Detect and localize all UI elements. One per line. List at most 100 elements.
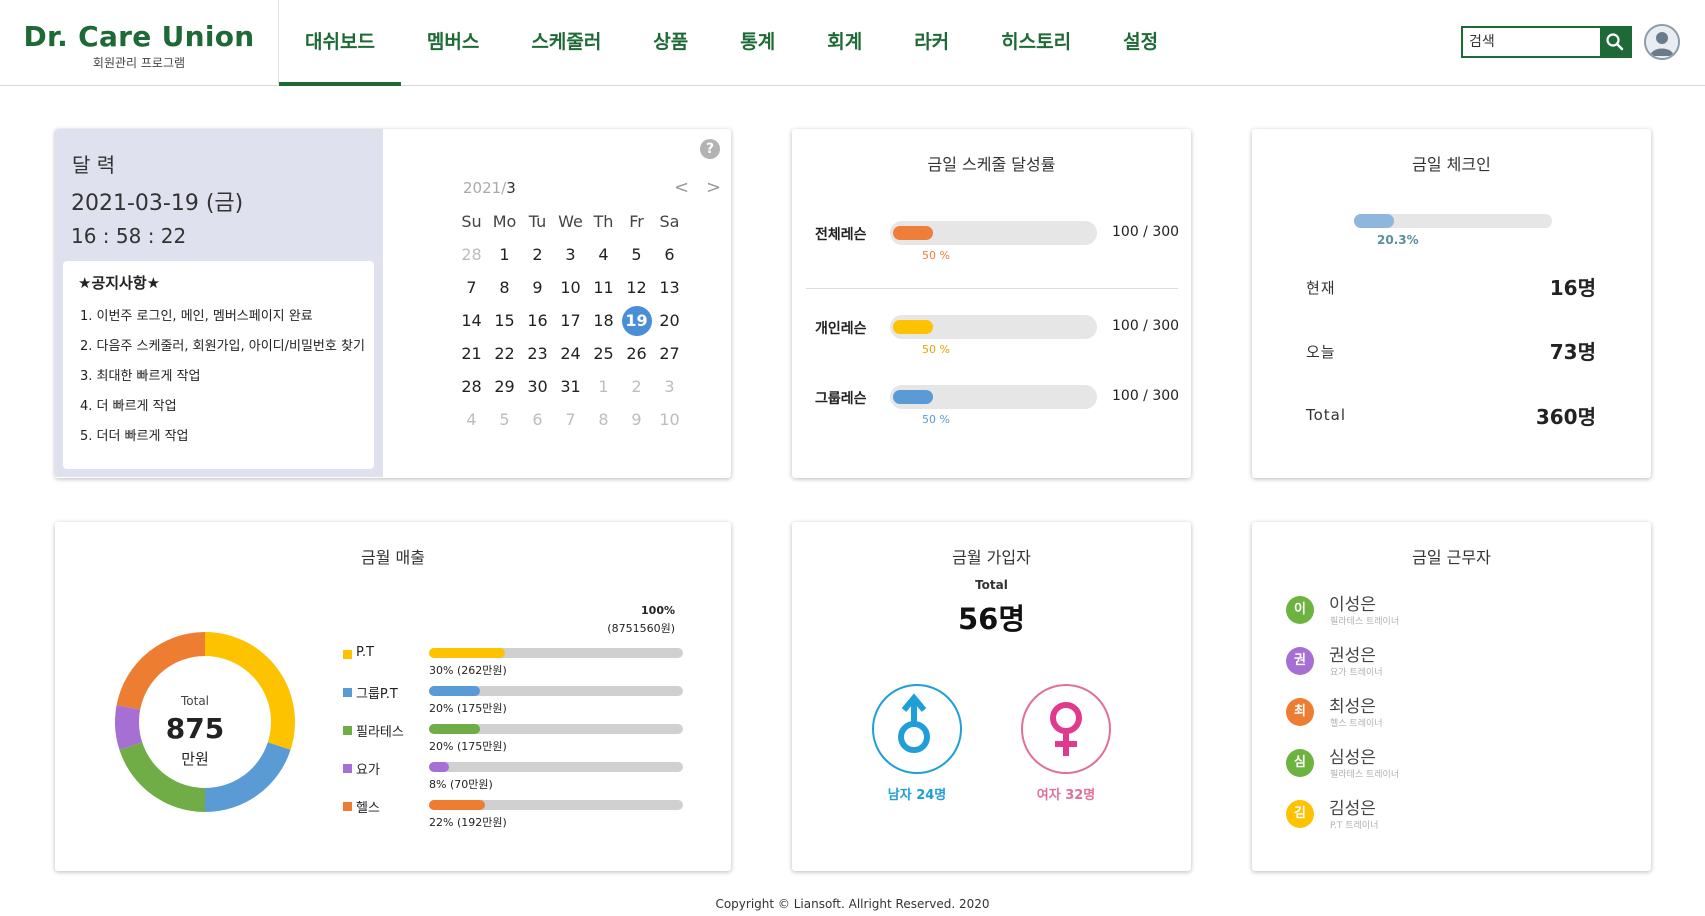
calendar-day[interactable]: 8 <box>587 403 620 436</box>
calendar-day[interactable]: 3 <box>653 370 686 403</box>
calendar-day[interactable]: 10 <box>653 403 686 436</box>
weekday-label: Mo <box>492 211 517 231</box>
calendar-day[interactable]: 18 <box>587 304 620 337</box>
calendar-day[interactable]: 6 <box>653 238 686 271</box>
calendar-day[interactable]: 23 <box>521 337 554 370</box>
search-button[interactable] <box>1600 28 1630 56</box>
nav-statistics[interactable]: 통계 <box>714 0 801 86</box>
calendar-week: 14 15 16 17 18 19 20 <box>455 304 695 337</box>
calendar-day[interactable]: 13 <box>653 271 686 304</box>
nav-settings[interactable]: 설정 <box>1097 0 1184 86</box>
checkin-label: Total <box>1306 406 1347 424</box>
calendar-day[interactable]: 25 <box>587 337 620 370</box>
calendar-week: 28 1 2 3 4 5 6 <box>455 238 695 271</box>
calendar-day[interactable]: 8 <box>488 271 521 304</box>
nav-scheduler[interactable]: 스케줄러 <box>505 0 627 86</box>
calendar-grid: Su Mo Tu We Th Fr Sa 28 1 2 3 4 5 6 7 8 9 10 11 12 13 14 15 16 1… <box>455 205 695 436</box>
calendar-day[interactable]: 7 <box>554 403 587 436</box>
weekday-label: We <box>558 211 583 231</box>
calendar-header: 2021/3 < > <box>458 177 733 199</box>
calendar-day[interactable]: 1 <box>488 238 521 271</box>
donut-slice[interactable] <box>115 705 143 750</box>
sales-amount: 22% (192만원) <box>429 816 507 829</box>
calendar-week: 21 22 23 24 25 26 27 <box>455 337 695 370</box>
search-input[interactable] <box>1463 28 1600 56</box>
calendar-day[interactable]: 24 <box>554 337 587 370</box>
next-month-button[interactable]: > <box>706 177 721 198</box>
calendar-day[interactable]: 9 <box>521 271 554 304</box>
calendar-day[interactable]: 28 <box>455 238 488 271</box>
help-icon[interactable]: ? <box>700 139 720 159</box>
calendar-day[interactable]: 5 <box>488 403 521 436</box>
staff-name: 김성은 <box>1329 799 1376 819</box>
user-avatar-icon <box>1646 26 1678 58</box>
calendar-day[interactable]: 17 <box>554 304 587 337</box>
sales-progress-track <box>429 686 683 696</box>
calendar-day[interactable]: 31 <box>554 370 587 403</box>
calendar-day[interactable]: 28 <box>455 370 488 403</box>
calendar-day[interactable]: 27 <box>653 337 686 370</box>
calendar-day[interactable]: 7 <box>455 271 488 304</box>
schedule-row-total: 전체레슨 50 % 100 / 300 <box>792 221 1191 262</box>
calendar-day-today[interactable]: 19 <box>621 305 652 336</box>
calendar-day[interactable]: 15 <box>488 304 521 337</box>
staff-item[interactable]: 심 심성은 필라테스 트레이너 <box>1286 743 1586 783</box>
notice-item[interactable]: 3. 최대한 빠르게 작업 <box>80 365 365 395</box>
notice-item[interactable]: 1. 이번주 로그인, 메인, 멤버스페이지 완료 <box>80 305 365 335</box>
checkin-percent: 20.3% <box>1377 233 1419 247</box>
checkin-progress-fill <box>1354 214 1395 228</box>
calendar-day[interactable]: 9 <box>620 403 653 436</box>
nav-members[interactable]: 멤버스 <box>401 0 505 86</box>
staff-avatar: 심 <box>1286 749 1314 777</box>
staff-item[interactable]: 최 최성은 헬스 트레이너 <box>1286 692 1586 732</box>
calendar-day[interactable]: 6 <box>521 403 554 436</box>
user-avatar[interactable] <box>1644 24 1680 60</box>
calendar-day[interactable]: 2 <box>521 238 554 271</box>
calendar-day[interactable]: 2 <box>620 370 653 403</box>
schedule-count: 100 / 300 <box>1112 388 1180 404</box>
notice-item[interactable]: 4. 더 빠르게 작업 <box>80 395 365 425</box>
sales-amount: 30% (262만원) <box>429 664 507 677</box>
calendar-day[interactable]: 3 <box>554 238 587 271</box>
staff-item[interactable]: 김 김성은 P.T 트레이너 <box>1286 794 1586 834</box>
notice-item[interactable]: 5. 더더 빠르게 작업 <box>80 425 365 455</box>
calendar-day[interactable]: 20 <box>653 304 686 337</box>
logo[interactable]: Dr. Care Union 회원관리 프로그램 <box>0 0 279 86</box>
calendar-day[interactable]: 22 <box>488 337 521 370</box>
calendar-day[interactable]: 11 <box>587 271 620 304</box>
schedule-label: 그룹레슨 <box>815 391 867 407</box>
staff-item[interactable]: 권 권성은 요가 트레이너 <box>1286 641 1586 681</box>
calendar-day[interactable]: 14 <box>455 304 488 337</box>
calendar-day[interactable]: 5 <box>620 238 653 271</box>
staff-avatar: 최 <box>1286 698 1314 726</box>
calendar-day[interactable]: 1 <box>587 370 620 403</box>
nav-history[interactable]: 히스토리 <box>975 0 1097 86</box>
calendar-card: 달 력 2021-03-19 (금) 16 : 58 : 22 ★공지사항★ 1… <box>55 129 731 478</box>
nav-products[interactable]: 상품 <box>627 0 714 86</box>
calendar-day[interactable]: 16 <box>521 304 554 337</box>
calendar-day[interactable]: 29 <box>488 370 521 403</box>
legend-swatch <box>343 688 352 697</box>
nav-locker[interactable]: 라커 <box>888 0 975 86</box>
staff-name: 권성은 <box>1329 646 1376 666</box>
nav-dashboard[interactable]: 대쉬보드 <box>279 0 401 86</box>
calendar-day[interactable]: 4 <box>455 403 488 436</box>
notice-item[interactable]: 2. 다음주 스케줄러, 회원가입, 아이디/비밀번호 찾기 <box>80 335 365 365</box>
sales-progress-track <box>429 800 683 810</box>
schedule-count: 100 / 300 <box>1112 224 1180 240</box>
calendar-day[interactable]: 12 <box>620 271 653 304</box>
sales-progress-fill <box>429 800 485 810</box>
nav-accounting[interactable]: 회계 <box>801 0 888 86</box>
staff-item[interactable]: 이 이성은 필라테스 트레이너 <box>1286 590 1586 630</box>
sales-label: 헬스 <box>356 801 380 816</box>
prev-month-button[interactable]: < <box>674 177 689 198</box>
calendar-day[interactable]: 30 <box>521 370 554 403</box>
calendar-day[interactable]: 21 <box>455 337 488 370</box>
calendar-day[interactable]: 26 <box>620 337 653 370</box>
calendar-day[interactable]: 4 <box>587 238 620 271</box>
sales-progress-track <box>429 724 683 734</box>
checkin-row-total: Total 360명 <box>1306 401 1596 431</box>
checkin-row-current: 현재 16명 <box>1306 272 1596 302</box>
calendar-day[interactable]: 10 <box>554 271 587 304</box>
sales-progress-track <box>429 648 683 658</box>
